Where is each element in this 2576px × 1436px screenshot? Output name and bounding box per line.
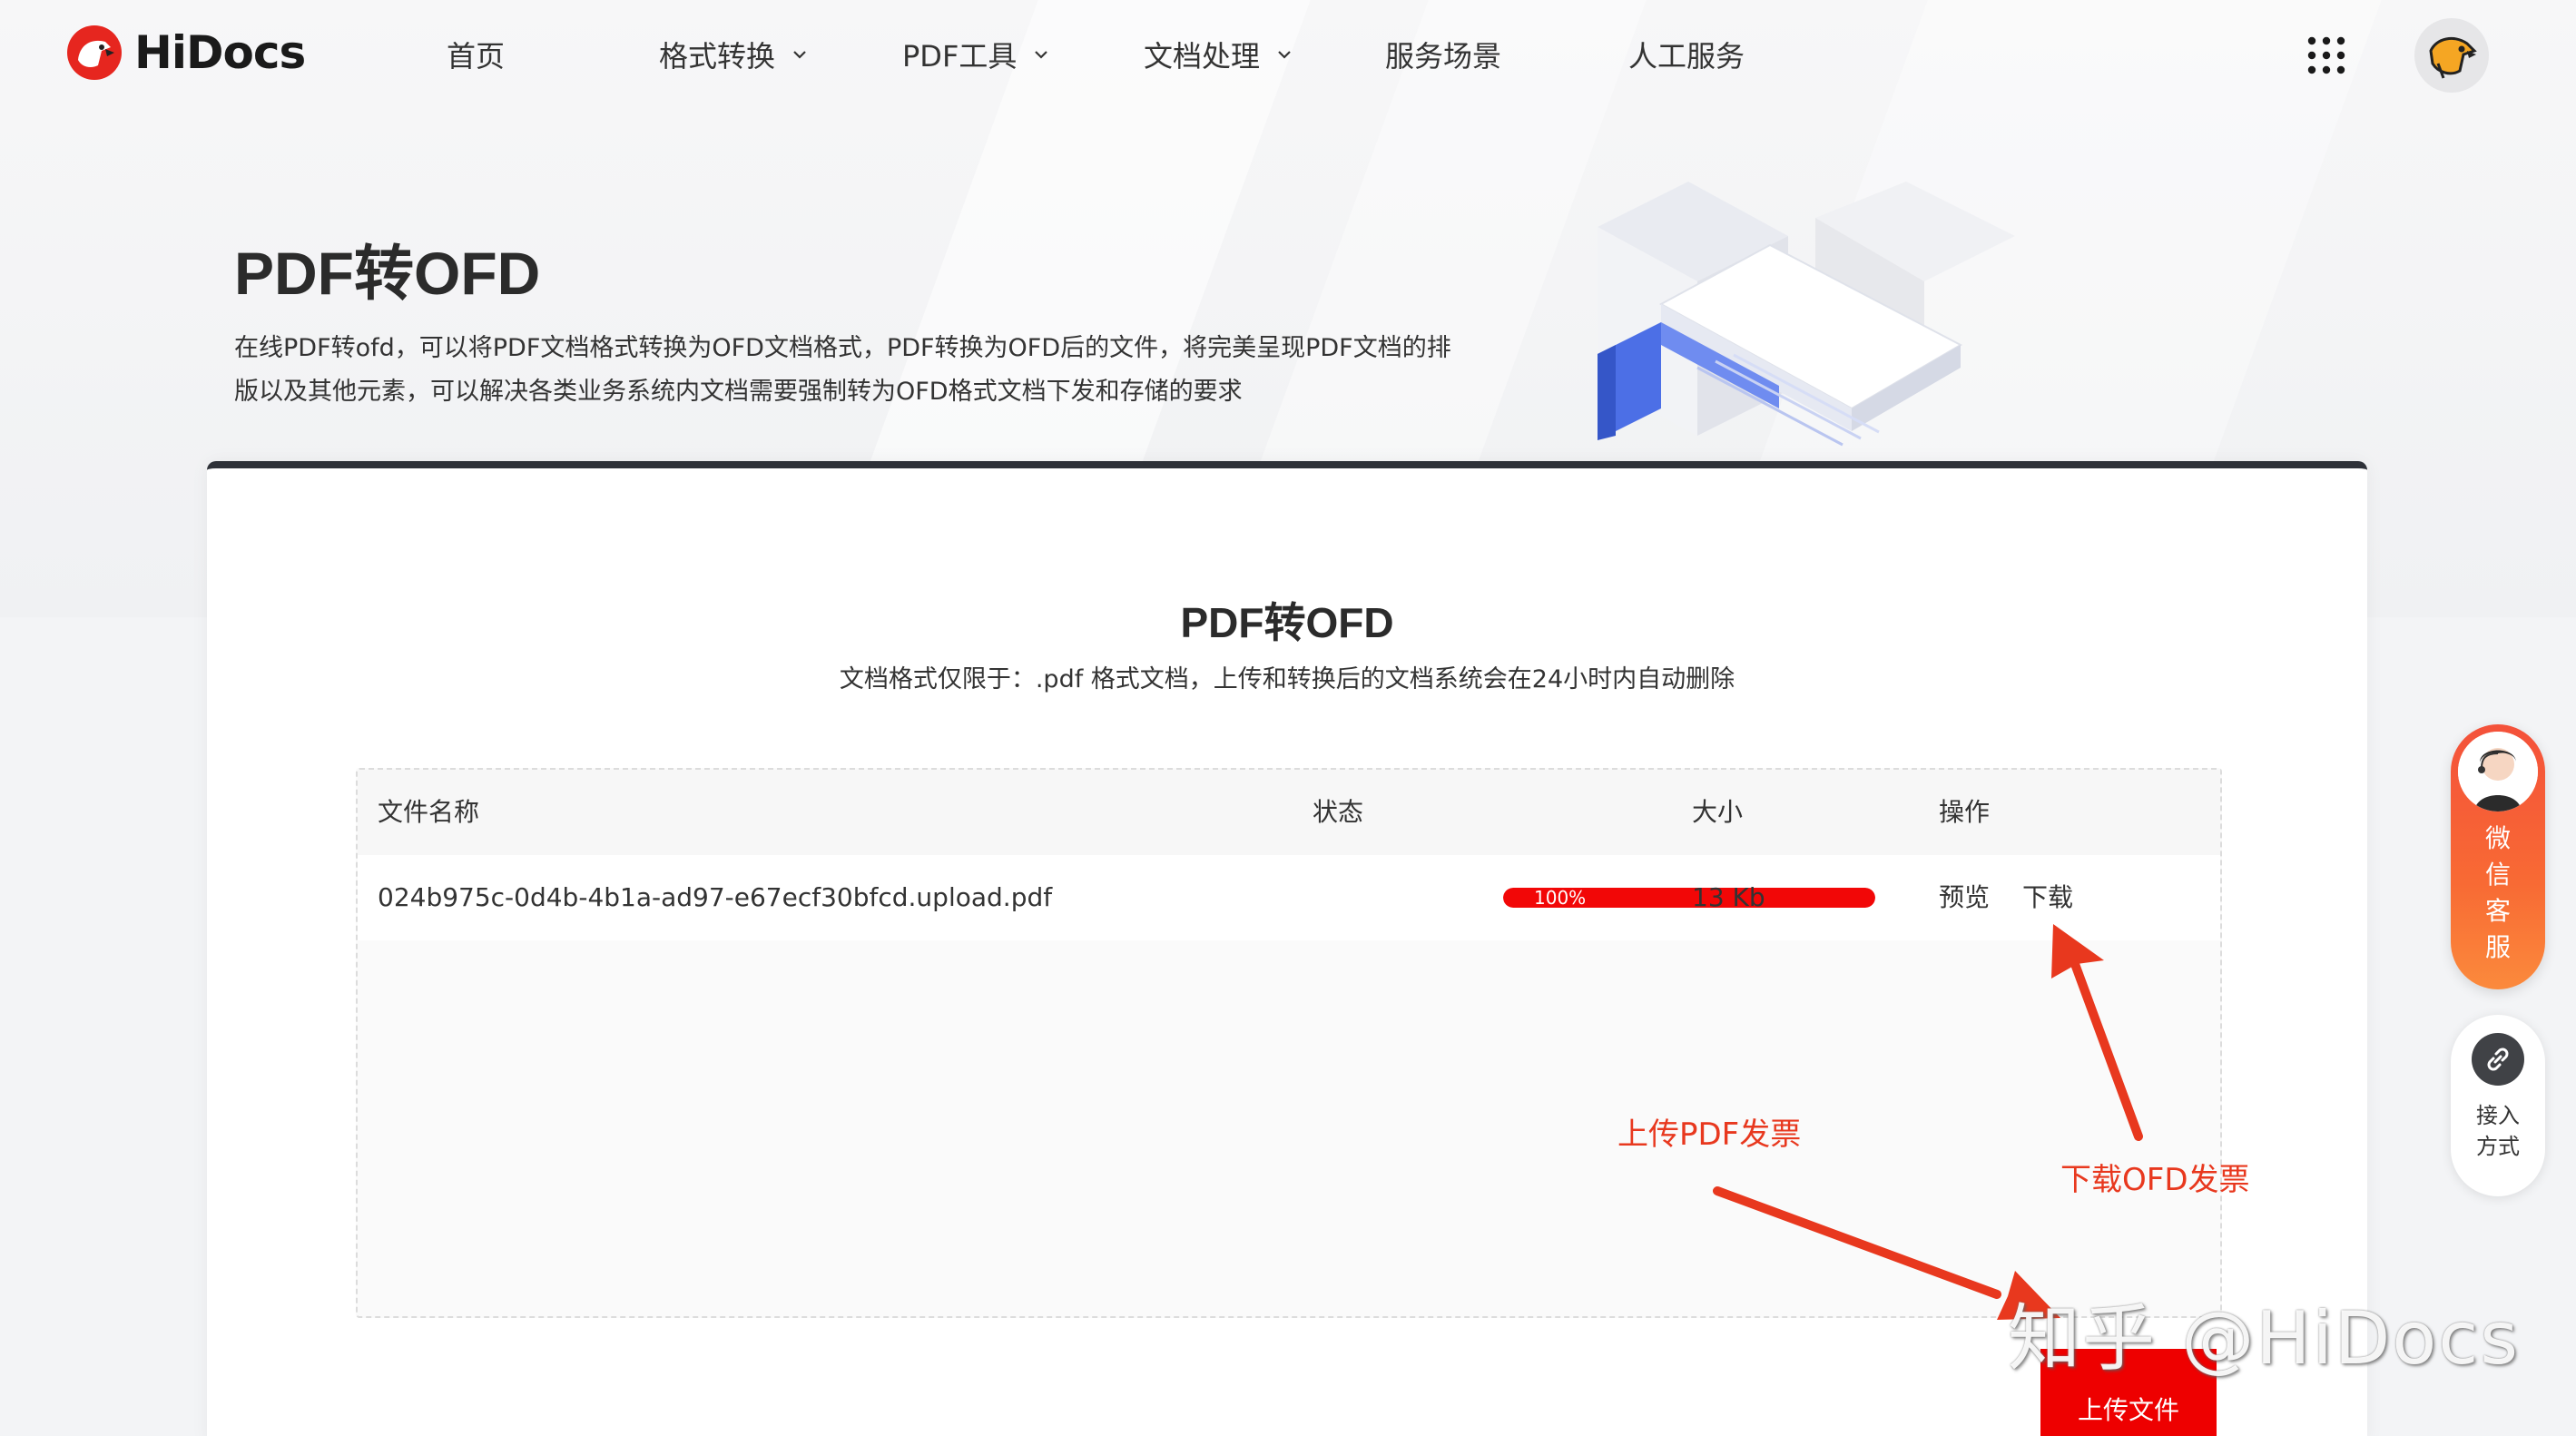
customer-service-label-char: 客 [2484,896,2511,926]
nav-format-convert-label: 格式转换 [659,39,776,74]
customer-service-label-char: 服 [2484,932,2511,962]
nav-pdf-tools-label: PDF工具 [902,39,1018,74]
chevron-down-icon [1035,51,1048,59]
download-link[interactable]: 下载 [2022,855,2073,940]
nav-format-convert[interactable]: 格式转换 [659,33,808,76]
dog-avatar-icon [2429,36,2477,79]
user-avatar[interactable] [2414,18,2489,93]
access-method-label: 接入 方式 [2451,1100,2545,1162]
nav-home[interactable]: 首页 [447,33,505,76]
download-annotation-label: 下载OFD发票 [2060,1162,2250,1198]
brand-logo[interactable]: HiDocs [65,20,306,85]
customer-service-label-char: 信 [2484,860,2511,890]
conversion-progress-bar: 100% [1503,888,1875,908]
wechat-customer-service-widget[interactable]: 微信客服 [2451,724,2545,989]
nav-pdf-tools[interactable]: PDF工具 [902,33,1049,76]
zhihu-watermark: 知乎 @HiDocs [2008,1296,2521,1381]
file-size: 13 Kb [1692,882,1765,912]
column-header-status: 状态 [1313,797,1364,827]
hidocs-logo-icon [67,25,122,80]
file-name: 024b975c-0d4b-4b1a-ad97-e67ecf30bfcd.upl… [378,882,1053,912]
chevron-down-icon [1278,51,1291,59]
upload-annotation-label: 上传PDF发票 [1617,1116,1802,1153]
file-table: 文件名称 状态 大小 操作 024b975c-0d4b-4b1a-ad97-e6… [356,768,2222,1318]
nav-manual-service[interactable]: 人工服务 [1628,33,1745,76]
page-title: PDF转OFD [234,240,541,307]
brand-name: HiDocs [134,26,306,79]
page-description: 在线PDF转ofd，可以将PDF文档格式转换为OFD文档格式，PDF转换为OFD… [234,327,1523,414]
progress-label: 100% [1534,888,1587,908]
app-root: HiDocs 首页 格式转换 PDF工具 文档处理 服务场景 人工服务 PDF转… [0,0,2576,1436]
nav-manual-service-label: 人工服务 [1628,39,1745,74]
column-header-size: 大小 [1692,797,1744,827]
access-method-widget[interactable]: 接入 方式 [2451,1015,2545,1196]
page-description-line: 版以及其他元素，可以解决各类业务系统内文档需要强制转为OFD格式文档下发和存储的… [234,378,1243,406]
link-icon [2472,1033,2524,1086]
nav-doc-processing-label: 文档处理 [1144,39,1261,74]
customer-service-label: 微信客服 [2451,821,2545,966]
chevron-down-icon [793,51,806,59]
page-description-line: 在线PDF转ofd，可以将PDF文档格式转换为OFD文档格式，PDF转换为OFD… [234,334,1451,362]
progress-fill: 100% [1503,888,1875,908]
nav-home-label: 首页 [447,39,506,74]
hero-illustration [1598,182,2015,447]
converter-subtitle: 文档格式仅限于：.pdf 格式文档，上传和转换后的文档系统会在24小时内自动删除 [839,665,1735,693]
converter-title: PDF转OFD [1180,599,1394,646]
grid-dots-icon[interactable] [2306,34,2347,76]
table-header: 文件名称 状态 大小 操作 [358,770,2220,856]
access-method-label-line: 方式 [2476,1134,2520,1159]
customer-service-avatar-icon [2458,732,2538,811]
nav-doc-processing[interactable]: 文档处理 [1144,33,1293,76]
top-navbar: HiDocs 首页 格式转换 PDF工具 文档处理 服务场景 人工服务 [0,0,2576,109]
column-header-filename: 文件名称 [378,797,480,827]
nav-service-scenarios-label: 服务场景 [1385,39,1502,74]
preview-link[interactable]: 预览 [1939,855,1990,940]
column-header-actions: 操作 [1939,797,1991,827]
table-row: 024b975c-0d4b-4b1a-ad97-e67ecf30bfcd.upl… [358,855,2220,940]
access-method-label-line: 接入 [2476,1103,2520,1128]
customer-service-label-char: 微 [2484,823,2511,853]
nav-service-scenarios[interactable]: 服务场景 [1385,33,1501,76]
